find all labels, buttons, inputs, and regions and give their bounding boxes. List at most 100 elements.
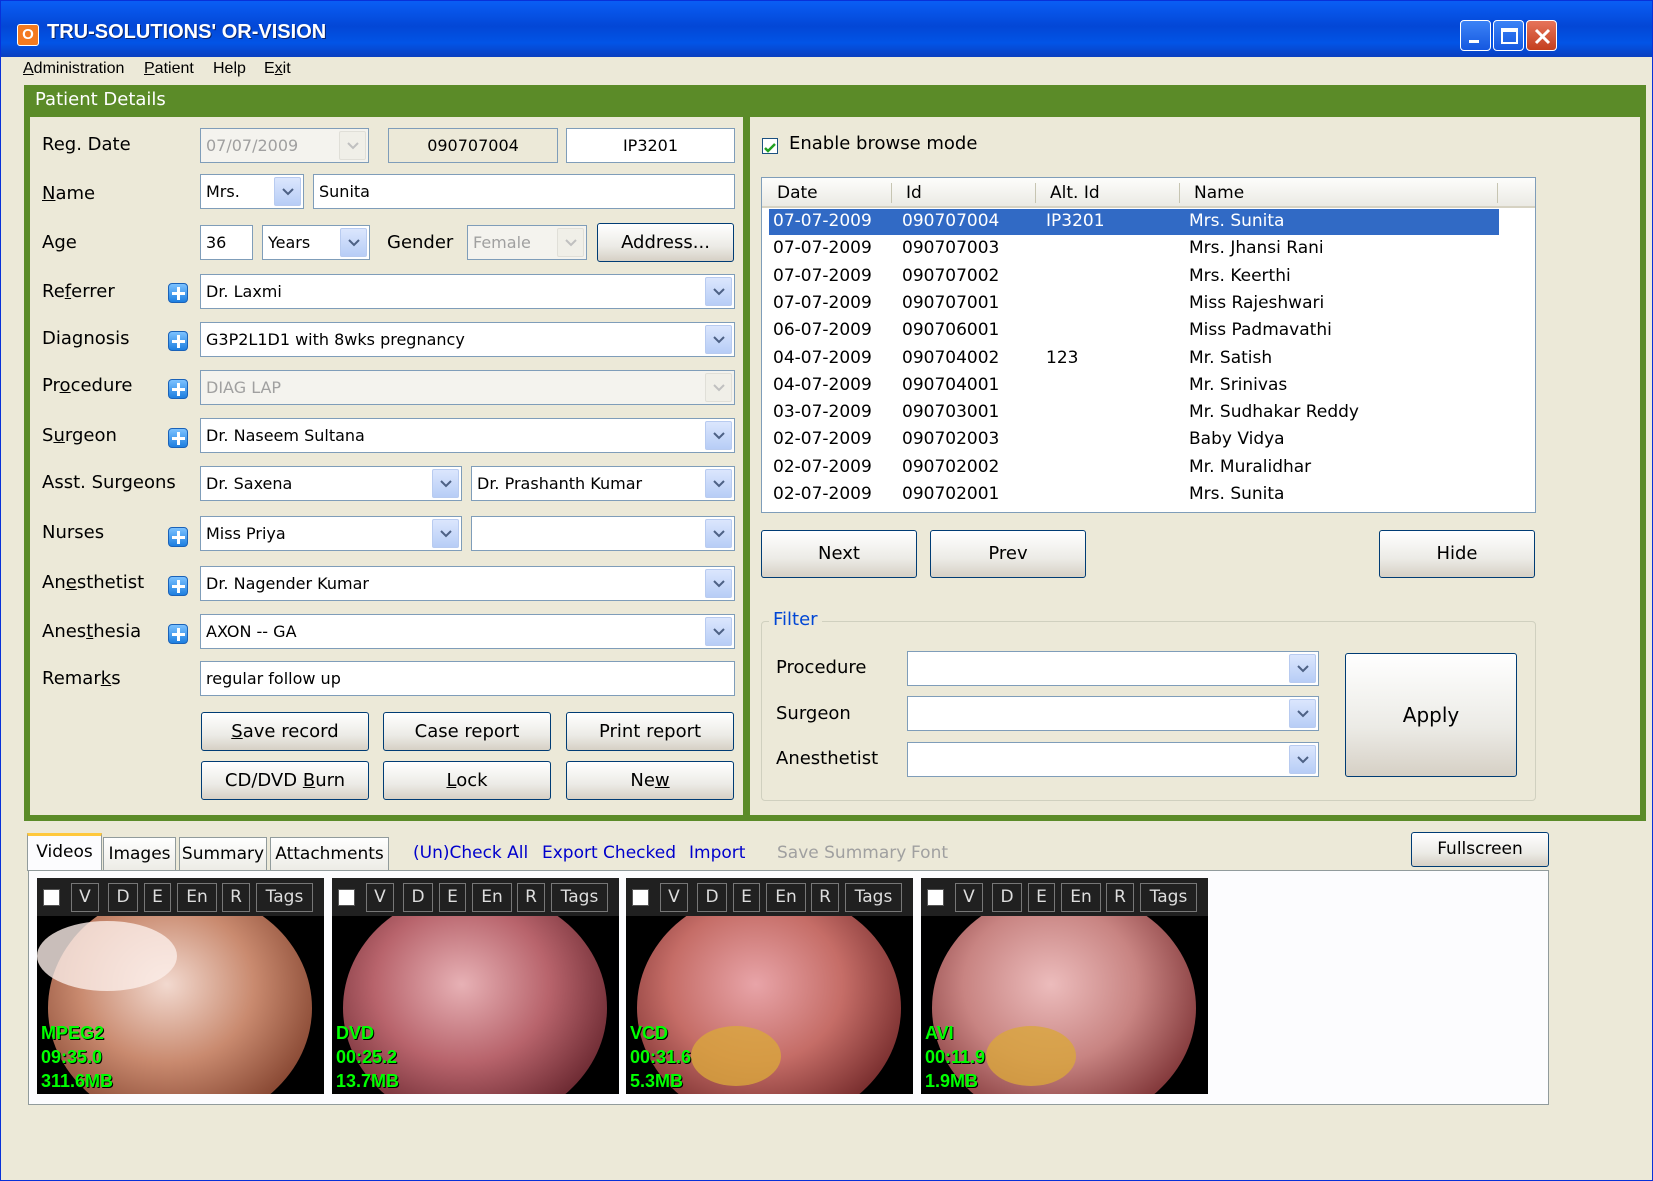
add-procedure-plus-icon[interactable] [168,379,188,399]
filter-anesthetist-select[interactable] [907,742,1319,777]
surgeon-select[interactable]: Dr. Naseem Sultana [200,418,735,453]
thumbnail-button-d[interactable]: D [697,883,727,912]
thumbnail-checkbox[interactable] [43,889,60,906]
asst-surgeon-1-select[interactable]: Dr. Saxena [200,466,462,501]
thumbnail-button-en[interactable]: En [472,883,512,912]
add-referrer-plus-icon[interactable] [168,283,188,303]
thumbnail-button-e[interactable]: E [733,883,760,912]
thumbnail-button-e[interactable]: E [1028,883,1055,912]
thumbnail-button-d[interactable]: D [108,883,138,912]
title-bar[interactable]: O TRU-SOLUTIONS' OR-VISION [1,1,1652,57]
video-thumbnail[interactable]: V D E En R Tags DVD 00:25.2 13.7MB [332,878,619,1094]
column-divider[interactable] [1497,183,1498,203]
hide-button[interactable]: Hide [1379,530,1535,578]
list-row[interactable]: 06-07-2009 090706001 Miss Padmavathi [769,318,1499,344]
thumbnail-button-v[interactable]: V [955,883,983,912]
age-input[interactable]: 36 [200,225,253,260]
filter-surgeon-select[interactable] [907,696,1319,731]
thumbnail-button-v[interactable]: V [366,883,394,912]
anesthesia-select[interactable]: AXON -- GA [200,614,735,649]
thumbnail-checkbox[interactable] [927,889,944,906]
reg-date-picker[interactable]: 07/07/2009 [200,128,369,163]
thumbnail-button-en[interactable]: En [766,883,806,912]
thumbnail-button-r[interactable]: R [222,883,250,912]
list-row[interactable]: 07-07-2009 090707004 IP3201 Mrs. Sunita [769,209,1499,235]
thumbnail-button-v[interactable]: V [71,883,99,912]
thumbnail-button-d[interactable]: D [403,883,433,912]
age-unit-select[interactable]: Years [262,225,370,260]
filter-procedure-select[interactable] [907,651,1319,686]
minimize-button[interactable] [1460,20,1491,51]
save-summary-link[interactable]: Save Summary [777,843,906,863]
prev-button[interactable]: Prev [930,530,1086,578]
enable-browse-checkbox[interactable] [762,138,778,154]
thumbnail-button-en[interactable]: En [177,883,217,912]
list-row[interactable]: 02-07-2009 090702001 Mrs. Sunita [769,482,1499,508]
lock-button[interactable]: Lock [383,761,551,800]
thumbnail-button-d[interactable]: D [992,883,1022,912]
menu-help[interactable]: Help [213,60,246,78]
thumbnail-button-tags[interactable]: Tags [551,883,608,912]
column-name[interactable]: Name [1194,183,1244,203]
list-row[interactable]: 07-07-2009 090707001 Miss Rajeshwari [769,291,1499,317]
maximize-button[interactable] [1493,20,1524,51]
nurse-1-select[interactable]: Miss Priya [200,516,462,551]
add-anesthetist-plus-icon[interactable] [168,576,188,596]
fullscreen-button[interactable]: Fullscreen [1411,832,1549,867]
video-thumbnail[interactable]: V D E En R Tags MPEG2 09:35.0 311.6MB [37,878,324,1094]
asst-surgeon-2-select[interactable]: Dr. Prashanth Kumar [471,466,735,501]
referrer-select[interactable]: Dr. Laxmi [200,274,735,309]
title-prefix-select[interactable]: Mrs. [200,174,304,209]
menu-exit[interactable]: Exit [264,60,291,78]
column-divider[interactable] [1179,183,1180,203]
list-row[interactable]: 07-07-2009 090707002 Mrs. Keerthi [769,264,1499,290]
list-row[interactable]: 02-07-2009 090702002 Mr. Muralidhar [769,455,1499,481]
list-row[interactable]: 02-07-2009 090702003 Baby Vidya [769,427,1499,453]
column-divider[interactable] [1035,183,1036,203]
import-link[interactable]: Import [689,843,745,863]
close-button[interactable] [1526,20,1557,51]
column-divider[interactable] [891,183,892,203]
export-checked-link[interactable]: Export Checked [542,843,676,863]
tab-videos[interactable]: Videos [27,833,102,871]
add-anesthesia-plus-icon[interactable] [168,624,188,644]
menu-administration[interactable]: Administration [23,60,124,78]
font-link[interactable]: Font [911,843,948,863]
add-nurse-plus-icon[interactable] [168,527,188,547]
thumbnail-checkbox[interactable] [338,889,355,906]
list-row[interactable]: 04-07-2009 090704002 123 Mr. Satish [769,346,1499,372]
print-report-button[interactable]: Print report [566,712,734,751]
thumbnail-button-tags[interactable]: Tags [256,883,313,912]
tab-images[interactable]: Images [103,837,176,871]
column-date[interactable]: Date [777,183,818,203]
thumbnail-button-r[interactable]: R [1106,883,1134,912]
column-alt-id[interactable]: Alt. Id [1050,183,1100,203]
thumbnail-button-r[interactable]: R [811,883,839,912]
diagnosis-select[interactable]: G3P2L1D1 with 8wks pregnancy [200,322,735,357]
remarks-input[interactable]: regular follow up [200,661,735,696]
case-report-button[interactable]: Case report [383,712,551,751]
thumbnail-button-en[interactable]: En [1061,883,1101,912]
new-button[interactable]: New [566,761,734,800]
tab-attachments[interactable]: Attachments [270,837,389,871]
patient-list[interactable]: Date Id Alt. Id Name 07-07-2009 090707004… [761,177,1536,513]
tab-summary[interactable]: Summary [179,837,267,871]
nurse-2-select[interactable] [471,516,735,551]
thumbnail-checkbox[interactable] [632,889,649,906]
thumbnail-button-e[interactable]: E [439,883,466,912]
menu-patient[interactable]: Patient [144,60,194,78]
uncheck-all-link[interactable]: (Un)Check All [413,843,528,863]
add-diagnosis-plus-icon[interactable] [168,331,188,351]
cd-dvd-burn-button[interactable]: CD/DVD Burn [201,761,369,800]
thumbnail-button-e[interactable]: E [144,883,171,912]
list-row[interactable]: 07-07-2009 090707003 Mrs. Jhansi Rani [769,236,1499,262]
name-input[interactable]: Sunita [313,174,735,209]
thumbnail-button-tags[interactable]: Tags [1140,883,1197,912]
thumbnail-button-tags[interactable]: Tags [845,883,902,912]
video-thumbnail[interactable]: V D E En R Tags AVI 00:11.9 1.9MB [921,878,1208,1094]
column-id[interactable]: Id [906,183,922,203]
address-button[interactable]: Address... [597,223,734,262]
next-button[interactable]: Next [761,530,917,578]
anesthetist-select[interactable]: Dr. Nagender Kumar [200,566,735,601]
video-thumbnail[interactable]: V D E En R Tags VCD 00:31.6 5.3MB [626,878,913,1094]
